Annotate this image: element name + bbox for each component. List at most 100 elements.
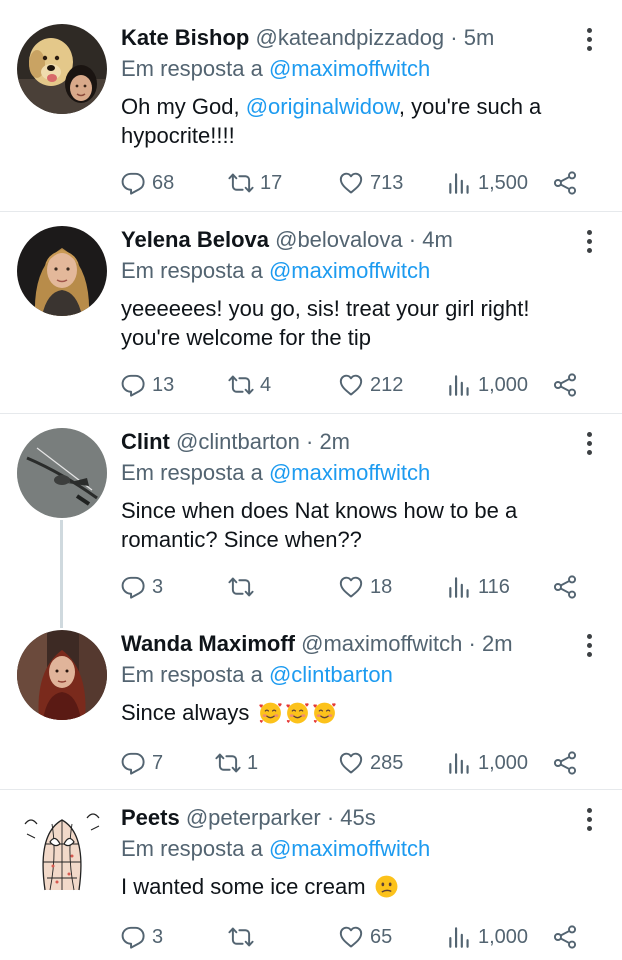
more-options-icon[interactable] <box>584 808 594 834</box>
tweet[interactable]: Clint @clintbarton · 2m Em resposta a @m… <box>0 428 622 618</box>
display-name[interactable]: Peets <box>121 805 180 830</box>
display-name[interactable]: Yelena Belova <box>121 227 269 252</box>
views-chart-icon <box>446 924 472 950</box>
like-button[interactable]: 285 <box>338 748 403 778</box>
like-count: 18 <box>370 576 393 598</box>
views-button[interactable]: 116 <box>446 572 510 602</box>
retweet-button[interactable] <box>228 922 260 952</box>
tweet[interactable]: Wanda Maximoff @maximoffwitch · 2m Em re… <box>0 630 622 785</box>
views-button[interactable]: 1,000 <box>446 748 528 778</box>
divider <box>0 211 622 212</box>
reply-to-mention[interactable]: @clintbarton <box>269 662 393 687</box>
like-count: 713 <box>370 172 404 194</box>
avatar[interactable] <box>17 226 107 316</box>
share-icon <box>552 750 578 776</box>
reply-to-mention[interactable]: @maximoffwitch <box>269 460 430 485</box>
reply-button[interactable]: 7 <box>120 748 163 778</box>
tweet[interactable]: Yelena Belova @belovalova · 4m Em respos… <box>0 226 622 412</box>
text-mention[interactable]: @originalwidow <box>246 94 399 119</box>
like-count: 212 <box>370 374 404 396</box>
reply-to-mention[interactable]: @maximoffwitch <box>269 56 430 81</box>
views-chart-icon <box>446 750 472 776</box>
reply-prefix: Em resposta a <box>121 258 263 283</box>
reply-to-mention[interactable]: @maximoffwitch <box>269 836 430 861</box>
share-icon <box>552 924 578 950</box>
heart-icon <box>338 750 364 776</box>
timestamp[interactable]: 2m <box>482 631 513 656</box>
views-button[interactable]: 1,000 <box>446 370 528 400</box>
reply-icon <box>120 574 146 600</box>
divider <box>0 413 622 414</box>
tweet[interactable]: Kate Bishop @kateandpizzadog · 5m Em res… <box>0 24 622 210</box>
tweet-text: yeeeeees! you go, sis! treat your girl r… <box>121 296 530 350</box>
avatar[interactable] <box>17 24 107 114</box>
retweet-icon <box>215 750 241 776</box>
reply-to-mention[interactable]: @maximoffwitch <box>269 258 430 283</box>
retweet-button[interactable] <box>228 572 260 602</box>
tweet[interactable]: Peets @peterparker · 45s Em resposta a @… <box>0 804 622 960</box>
reply-icon <box>120 924 146 950</box>
user-handle[interactable]: @peterparker <box>186 805 321 830</box>
reply-button[interactable]: 3 <box>120 572 163 602</box>
view-count: 1,000 <box>478 752 529 774</box>
share-button[interactable] <box>552 922 578 952</box>
views-chart-icon <box>446 170 472 196</box>
views-chart-icon <box>446 372 472 398</box>
reply-count: 3 <box>152 926 164 948</box>
like-button[interactable]: 713 <box>338 168 403 198</box>
reply-count: 3 <box>152 576 164 598</box>
display-name[interactable]: Clint <box>121 429 170 454</box>
view-count: 116 <box>478 576 510 598</box>
retweet-icon <box>228 574 254 600</box>
share-button[interactable] <box>552 370 578 400</box>
avatar[interactable] <box>17 804 107 894</box>
share-button[interactable] <box>552 572 578 602</box>
smiling-face-with-hearts-icon <box>285 700 310 725</box>
reply-button[interactable]: 3 <box>120 922 163 952</box>
like-count: 65 <box>370 926 393 948</box>
reply-button[interactable]: 68 <box>120 168 174 198</box>
retweet-button[interactable]: 17 <box>228 168 282 198</box>
reply-icon <box>120 170 146 196</box>
user-handle[interactable]: @belovalova <box>275 227 403 252</box>
share-button[interactable] <box>552 748 578 778</box>
more-options-icon[interactable] <box>584 230 594 256</box>
like-button[interactable]: 212 <box>338 370 403 400</box>
share-icon <box>552 574 578 600</box>
retweet-button[interactable]: 4 <box>228 370 271 400</box>
views-button[interactable]: 1,000 <box>446 922 528 952</box>
retweet-button[interactable]: 1 <box>215 748 258 778</box>
display-name[interactable]: Kate Bishop <box>121 25 249 50</box>
user-handle[interactable]: @maximoffwitch <box>301 631 462 656</box>
timestamp[interactable]: 4m <box>422 227 453 252</box>
share-icon <box>552 170 578 196</box>
timestamp[interactable]: 45s <box>340 805 375 830</box>
display-name[interactable]: Wanda Maximoff <box>121 631 295 656</box>
tweet-text: I wanted some ice cream <box>121 872 591 901</box>
avatar[interactable] <box>17 428 107 518</box>
tweet-text: Since when does Nat knows how to be a ro… <box>121 498 518 552</box>
retweet-count: 4 <box>260 374 272 396</box>
share-button[interactable] <box>552 168 578 198</box>
avatar[interactable] <box>17 630 107 720</box>
like-button[interactable]: 18 <box>338 572 392 602</box>
reply-icon <box>120 750 146 776</box>
like-button[interactable]: 65 <box>338 922 392 952</box>
like-count: 285 <box>370 752 404 774</box>
smiling-face-with-hearts-icon <box>312 700 337 725</box>
timestamp[interactable]: 5m <box>464 25 495 50</box>
more-options-icon[interactable] <box>584 634 594 660</box>
reply-prefix: Em resposta a <box>121 56 263 81</box>
more-options-icon[interactable] <box>584 28 594 54</box>
heart-icon <box>338 170 364 196</box>
view-count: 1,000 <box>478 926 529 948</box>
retweet-icon <box>228 170 254 196</box>
timestamp[interactable]: 2m <box>319 429 350 454</box>
more-options-icon[interactable] <box>584 432 594 458</box>
user-handle[interactable]: @kateandpizzadog <box>255 25 444 50</box>
reply-button[interactable]: 13 <box>120 370 174 400</box>
user-handle[interactable]: @clintbarton <box>176 429 300 454</box>
heart-icon <box>338 372 364 398</box>
smiling-face-with-hearts-icon <box>258 700 283 725</box>
views-button[interactable]: 1,500 <box>446 168 528 198</box>
